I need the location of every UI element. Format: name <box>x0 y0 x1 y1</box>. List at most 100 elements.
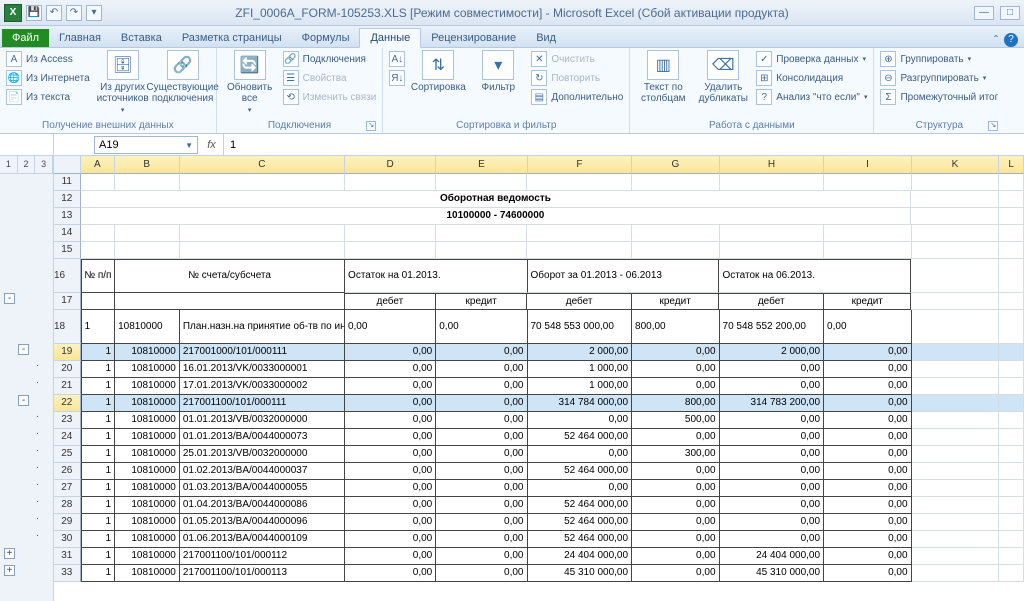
advanced-filter-button[interactable]: ▤Дополнительно <box>531 88 623 106</box>
cell[interactable]: 70 548 552 200,00 <box>720 310 825 344</box>
cell[interactable]: 0,00 <box>436 395 527 412</box>
cell[interactable] <box>345 174 436 191</box>
tab-pagelayout[interactable]: Разметка страницы <box>172 29 292 47</box>
cell[interactable] <box>912 378 999 395</box>
cell[interactable] <box>824 225 911 242</box>
cell[interactable]: 0,00 <box>824 497 911 514</box>
row-header[interactable]: 29 <box>54 514 81 531</box>
cell[interactable]: 0,00 <box>632 531 719 548</box>
row-header[interactable]: 19 <box>54 344 81 361</box>
cell[interactable]: 0,00 <box>436 514 527 531</box>
cell[interactable]: № счета/субсчета <box>115 259 345 293</box>
row-header[interactable]: 27 <box>54 480 81 497</box>
cell[interactable] <box>912 174 999 191</box>
text-to-columns-button[interactable]: ▥Текст по столбцам <box>636 50 690 104</box>
cell[interactable] <box>999 429 1024 446</box>
cell[interactable]: 10810000 <box>115 531 180 548</box>
sort-desc-button[interactable]: Я↓ <box>389 69 405 87</box>
consolidate-button[interactable]: ⊞Консолидация <box>756 69 867 87</box>
cell[interactable]: 0,00 <box>345 514 436 531</box>
expand-icon[interactable]: + <box>4 548 15 559</box>
cell[interactable]: 10810000 <box>115 310 180 344</box>
collapse-icon[interactable]: - <box>4 293 15 304</box>
cell[interactable]: 500,00 <box>632 412 719 429</box>
cell[interactable] <box>912 429 999 446</box>
cell[interactable] <box>912 446 999 463</box>
cell[interactable] <box>180 174 345 191</box>
cell[interactable]: 0,00 <box>528 446 633 463</box>
cell[interactable] <box>999 497 1024 514</box>
cell[interactable]: 16.01.2013/VK/0033000001 <box>180 361 345 378</box>
cell[interactable]: 70 548 553 000,00 <box>528 310 633 344</box>
row-header[interactable]: 23 <box>54 412 81 429</box>
cell[interactable] <box>527 242 632 259</box>
cell[interactable] <box>999 412 1024 429</box>
cell[interactable] <box>632 242 719 259</box>
cell[interactable]: 10810000 <box>115 344 180 361</box>
cell[interactable]: 10810000 <box>115 378 180 395</box>
cell[interactable]: 1 <box>81 531 116 548</box>
cell[interactable] <box>999 344 1024 361</box>
cell[interactable]: 0,00 <box>720 480 825 497</box>
cell[interactable]: 0,00 <box>345 446 436 463</box>
cell[interactable]: 1 <box>81 344 116 361</box>
cell[interactable] <box>999 225 1024 242</box>
cell[interactable] <box>912 310 999 344</box>
cell[interactable]: 0,00 <box>720 514 825 531</box>
cell[interactable]: 1 <box>81 548 116 565</box>
cell[interactable]: 45 310 000,00 <box>528 565 633 582</box>
cell[interactable]: 1 <box>81 514 116 531</box>
cell[interactable]: № п/п <box>81 259 116 293</box>
cell[interactable]: 10100000 - 74600000 <box>81 208 912 225</box>
cell[interactable] <box>912 565 999 582</box>
cell[interactable]: 45 310 000,00 <box>720 565 825 582</box>
cell[interactable]: 1 <box>81 446 116 463</box>
cell[interactable]: 01.01.2013/VB/0032000000 <box>180 412 345 429</box>
cell[interactable]: 0,00 <box>632 429 719 446</box>
cell[interactable] <box>911 191 999 208</box>
cell[interactable] <box>999 480 1024 497</box>
cell[interactable]: 10810000 <box>115 548 180 565</box>
cell[interactable]: 2 000,00 <box>528 344 633 361</box>
collapse-icon[interactable]: - <box>18 395 29 406</box>
cell[interactable]: 10810000 <box>115 446 180 463</box>
cell[interactable]: 0,00 <box>345 344 436 361</box>
cell[interactable]: 0,00 <box>632 548 719 565</box>
cell[interactable] <box>999 361 1024 378</box>
cell[interactable] <box>115 225 180 242</box>
cell[interactable] <box>912 242 999 259</box>
cell[interactable] <box>912 514 999 531</box>
cell[interactable]: 0,00 <box>345 310 436 344</box>
cell[interactable] <box>999 242 1024 259</box>
cell[interactable]: Остаток на 01.2013. <box>345 259 527 293</box>
cell[interactable] <box>180 225 345 242</box>
cell[interactable] <box>720 225 825 242</box>
cell[interactable] <box>912 225 999 242</box>
select-all-button[interactable] <box>54 156 81 174</box>
cell[interactable] <box>824 174 911 191</box>
cell[interactable] <box>999 514 1024 531</box>
cell[interactable]: 800,00 <box>632 395 719 412</box>
outline-level-3[interactable]: 3 <box>35 156 53 173</box>
from-access-button[interactable]: AИз Access <box>6 50 90 68</box>
cell[interactable] <box>999 293 1024 310</box>
cell[interactable]: 1 <box>81 378 116 395</box>
cell[interactable]: 0,00 <box>720 463 825 480</box>
minimize-ribbon-icon[interactable]: ˆ <box>994 33 998 47</box>
cell[interactable] <box>527 225 632 242</box>
dialog-launcher-icon[interactable]: ↘ <box>988 121 998 131</box>
cell[interactable]: 10810000 <box>115 497 180 514</box>
cell[interactable]: 10810000 <box>115 429 180 446</box>
ungroup-button[interactable]: ⊖Разгруппировать ▾ <box>880 69 998 87</box>
cell[interactable]: 01.06.2013/BA/0044000109 <box>180 531 345 548</box>
cell[interactable]: 0,00 <box>632 344 719 361</box>
col-header[interactable]: L <box>999 156 1024 174</box>
cell[interactable]: 0,00 <box>632 361 719 378</box>
cell[interactable]: 0,00 <box>436 310 527 344</box>
row-header[interactable]: 14 <box>54 225 81 242</box>
cell[interactable]: 0,00 <box>436 361 527 378</box>
dialog-launcher-icon[interactable]: ↘ <box>366 121 376 131</box>
row-header[interactable]: 15 <box>54 242 81 259</box>
cell[interactable]: 0,00 <box>436 463 527 480</box>
cell[interactable]: 1 <box>81 480 116 497</box>
